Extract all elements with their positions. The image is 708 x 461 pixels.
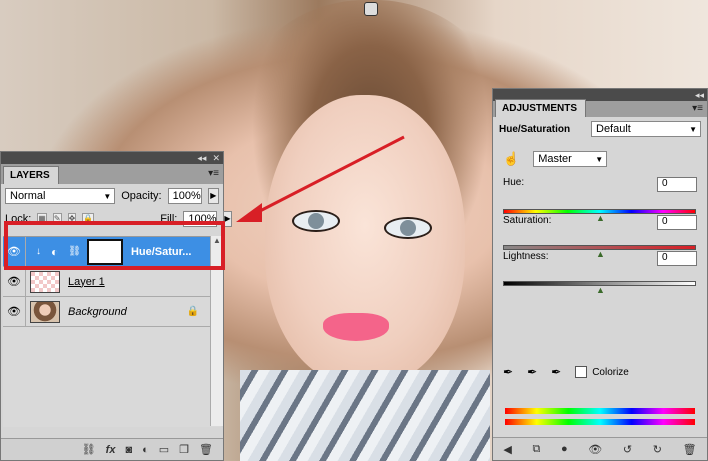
hue-saturation-header: Hue/Saturation Default ▼ (493, 117, 707, 141)
adjust-tabrow: ADJUSTMENTS ▾≡ (493, 99, 707, 117)
hue-input[interactable]: 0 (657, 177, 697, 192)
tab-adjustments[interactable]: ADJUSTMENTS (495, 99, 587, 117)
hue-spectrum-bottom (505, 419, 695, 425)
lightness-label: Lightness: (503, 251, 549, 262)
channel-row: ☝ Master ▼ (493, 141, 707, 173)
view-previous-icon[interactable]: ↺ (623, 443, 632, 456)
saturation-row: Saturation: 0 (503, 215, 697, 233)
clip-to-layer-icon[interactable]: ● (561, 443, 568, 455)
saturation-label: Saturation: (503, 215, 552, 226)
eyedropper-minus-icon[interactable]: ✒ (551, 365, 561, 379)
colorize-control[interactable]: Colorize (575, 366, 629, 378)
adjustment-title: Hue/Saturation (499, 123, 571, 135)
back-arrow-icon[interactable]: ◀ (503, 443, 511, 456)
hue-row: Hue: 0 (503, 177, 697, 195)
channel-select[interactable]: Master ▼ (533, 151, 608, 167)
lightness-row: Lightness: 0 (503, 251, 697, 269)
lightness-input[interactable]: 0 (657, 251, 697, 266)
trash-icon[interactable]: 🗑 (683, 443, 697, 456)
chevron-down-icon: ▼ (689, 125, 697, 134)
chevron-down-icon: ▼ (595, 155, 604, 164)
collapse-icon[interactable]: ◂◂ (695, 90, 704, 101)
hue-label: Hue: (503, 177, 525, 188)
saturation-input[interactable]: 0 (657, 215, 697, 230)
lightness-slider-thumb[interactable]: ▲ (596, 285, 605, 295)
visibility-eye-icon[interactable]: 👁 (588, 443, 602, 456)
colorize-label: Colorize (592, 366, 629, 378)
adjustments-bottom-bar: ◀ ⧉ ● 👁 ↺ ↻ 🗑 (493, 437, 707, 460)
preset-select[interactable]: Default ▼ (591, 121, 701, 137)
targeted-adjust-hand-icon[interactable]: ☝ (503, 151, 519, 167)
expand-view-icon[interactable]: ⧉ (532, 443, 540, 456)
channel-value: Master (538, 153, 572, 165)
preset-value: Default (596, 123, 631, 135)
adjustments-panel: ◂◂ ADJUSTMENTS ▾≡ Hue/Saturation Default… (492, 88, 708, 461)
eyedropper-icon[interactable]: ✒ (503, 365, 513, 379)
reset-icon[interactable]: ↻ (653, 443, 662, 456)
eyedropper-plus-icon[interactable]: ✒ (527, 365, 537, 379)
colorize-checkbox[interactable] (575, 366, 588, 378)
eyedropper-tools: ✒ ✒ ✒ Colorize (503, 365, 629, 379)
hue-spectrum-top (505, 408, 695, 414)
panel-menu-icon[interactable]: ▾≡ (692, 103, 703, 114)
